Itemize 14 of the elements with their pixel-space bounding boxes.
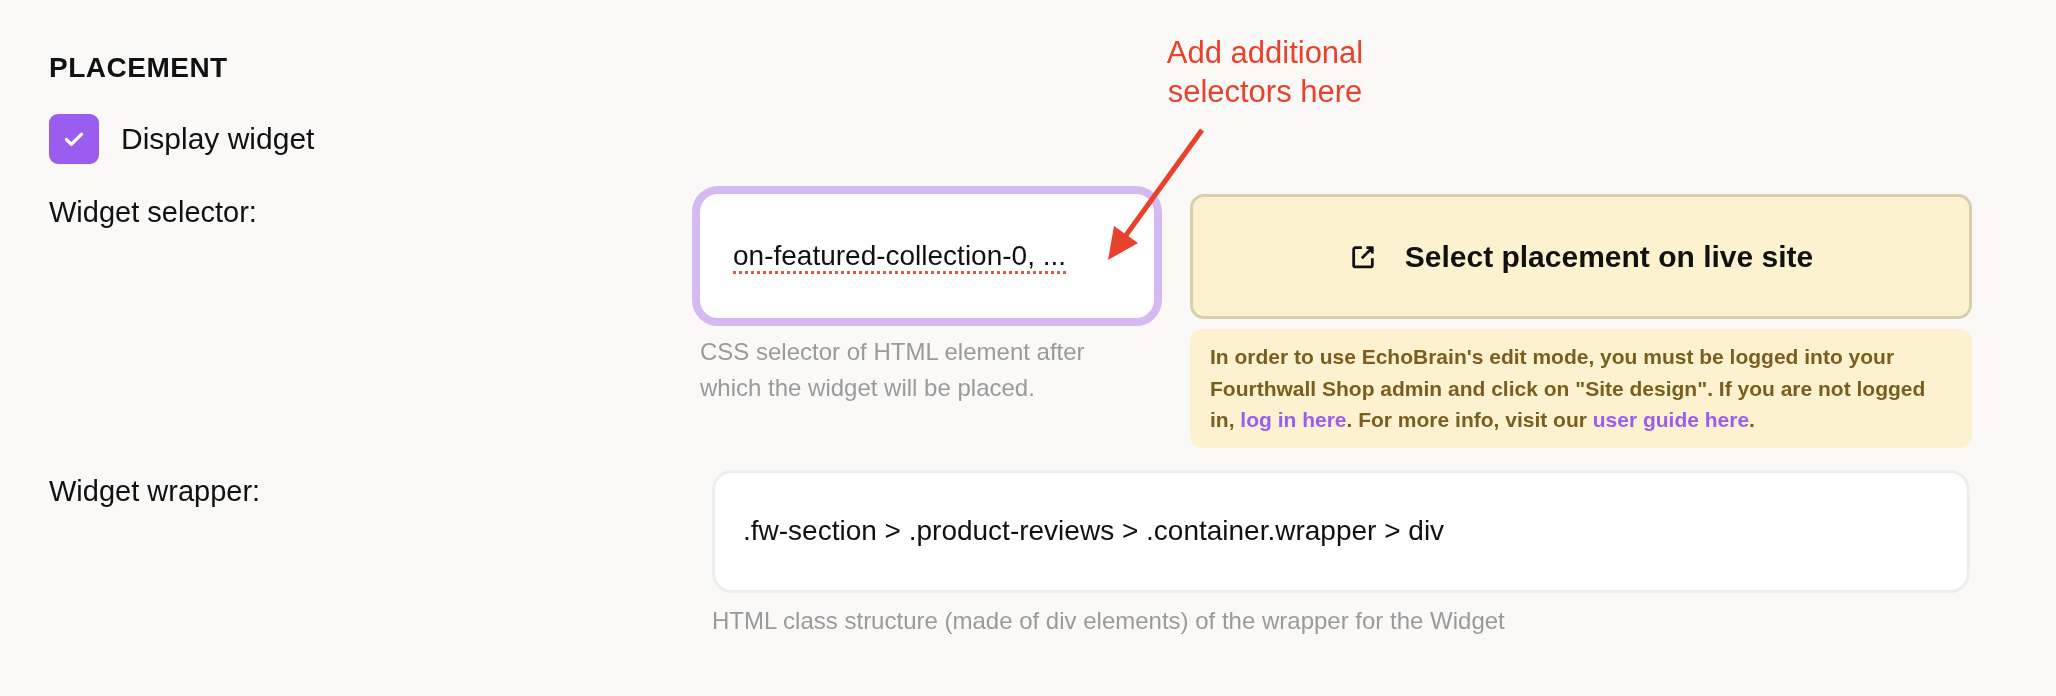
notice-text: In order to use EchoBrain's edit mode, you must be logged into your Fourthwall Shop admin and click on "Site design". If you are not logged in, log in here. For more info, visit our user guide here. [1190, 329, 1972, 448]
notice-link[interactable]: user guide here [1592, 408, 1750, 431]
section-title: PLACEMENT [49, 52, 229, 84]
field-hint: CSS selector of HTML element after which the widget will be placed. [700, 337, 1086, 403]
select-placement-button[interactable]: Select placement on live site [1190, 194, 1972, 319]
field-hint: HTML class structure (made of div elements) of the wrapper for the Widget [712, 605, 1506, 636]
checkbox-label: Display widget [121, 122, 315, 156]
field-label: Widget wrapper: [49, 473, 262, 508]
checkbox[interactable] [49, 114, 99, 164]
field-label: Widget selector: [49, 195, 258, 229]
input-field[interactable]: .fw-section > .product-reviews > .container.wrapper > div [712, 469, 1970, 593]
input-field[interactable]: on-featured-collection-0, ... [692, 186, 1162, 326]
notice-link[interactable]: log in here [1240, 408, 1347, 431]
annotation-text: Add additional selectors here [1165, 34, 1365, 111]
